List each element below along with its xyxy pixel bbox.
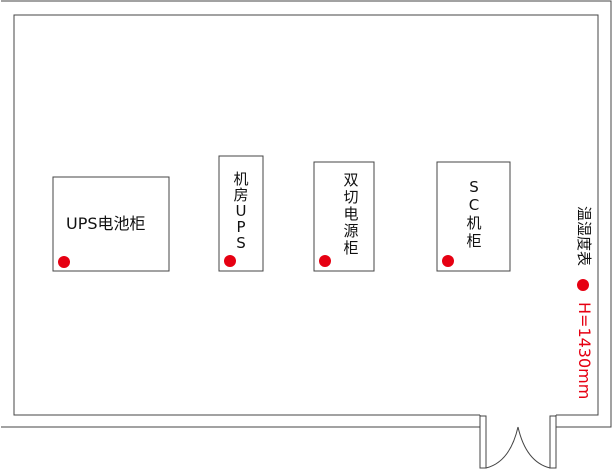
- ups-battery-cabinet-marker: [58, 256, 70, 268]
- room-ups-char: U: [235, 202, 247, 220]
- room-ups-char: 房: [233, 186, 249, 204]
- sensor-height-label: H=1430mm: [575, 302, 594, 400]
- room-ups-marker: [224, 255, 236, 267]
- dual-power-cabinet-marker: [319, 255, 331, 267]
- sensor-label: 温湿度表: [575, 206, 593, 267]
- room-ups-char: S: [236, 234, 246, 252]
- sensor-marker: [577, 279, 589, 291]
- sc-cabinet-label: S C 机 柜: [464, 180, 484, 249]
- dual-power-cabinet-char: 电: [343, 205, 359, 223]
- room-ups-char: 机: [233, 170, 249, 188]
- dual-power-cabinet-label: 双 切 电 源 柜: [341, 173, 361, 256]
- sc-cabinet-char: 机: [466, 214, 482, 232]
- sc-cabinet-char: S: [469, 178, 479, 196]
- door: [479, 415, 557, 469]
- dual-power-cabinet-char: 柜: [343, 239, 359, 257]
- room-ups-label: 机 房 U P S: [231, 172, 251, 251]
- floor-plan: [1, 0, 612, 469]
- sc-cabinet-char: C: [468, 196, 480, 214]
- dual-power-cabinet-char: 双: [343, 171, 359, 189]
- sc-cabinet-marker: [442, 255, 454, 267]
- sc-cabinet-char: 柜: [466, 232, 482, 250]
- ups-battery-cabinet-label: UPS电池柜: [66, 214, 146, 233]
- room-ups-char: P: [236, 218, 246, 236]
- dual-power-cabinet-char: 切: [343, 188, 359, 206]
- dual-power-cabinet-char: 源: [343, 222, 359, 240]
